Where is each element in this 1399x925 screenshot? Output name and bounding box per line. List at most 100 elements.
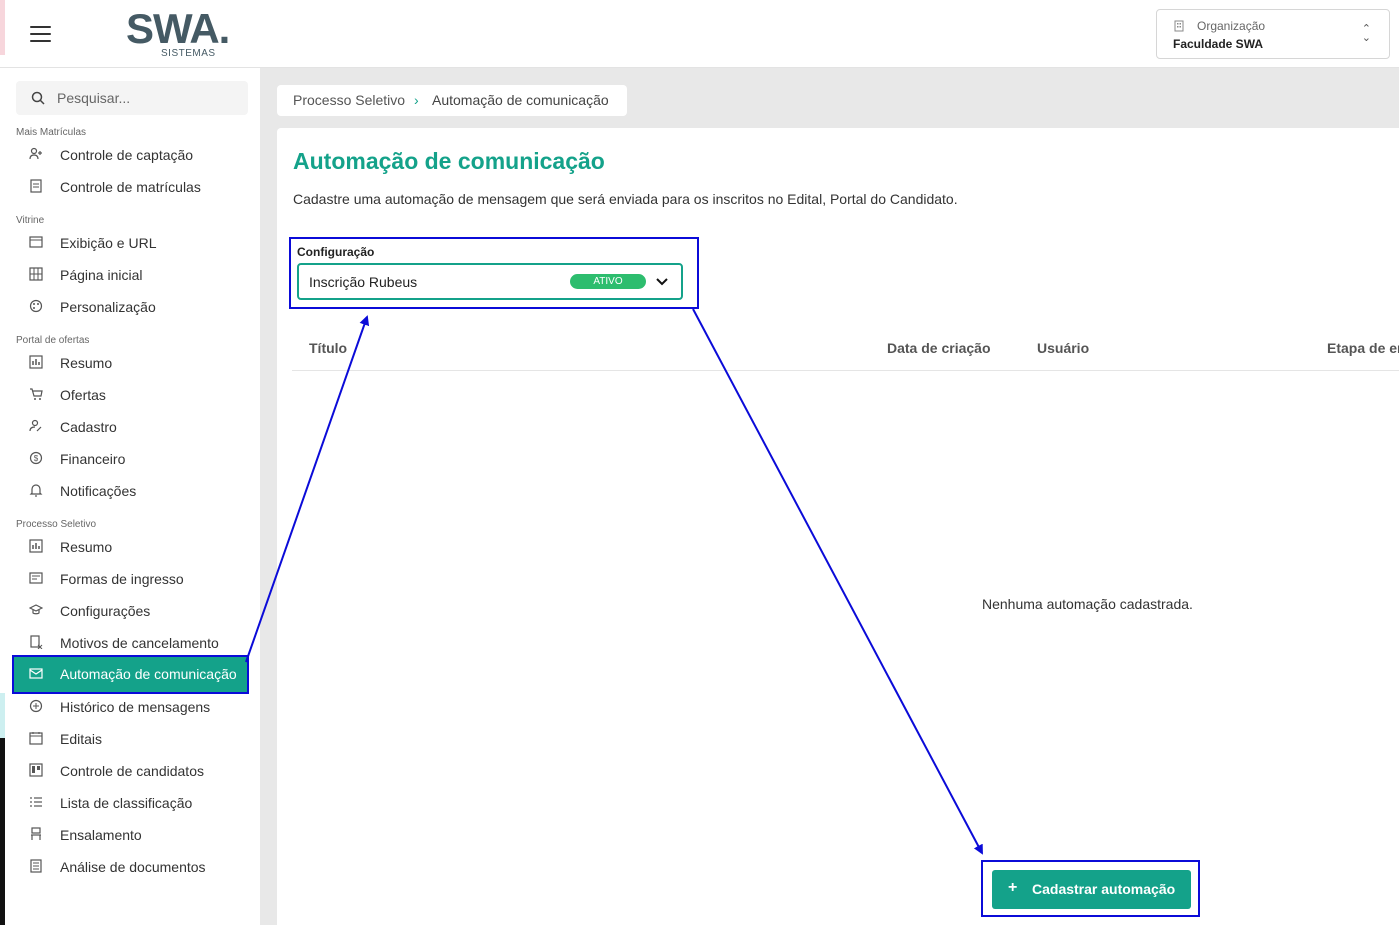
sidebar-item-label: Controle de matrículas bbox=[60, 179, 201, 195]
column-header-titulo[interactable]: Título bbox=[309, 340, 347, 356]
sidebar-item-historico-mensagens[interactable]: Histórico de mensagens bbox=[16, 692, 248, 722]
user-edit-icon bbox=[29, 419, 42, 432]
add-automation-button[interactable]: + Cadastrar automação bbox=[992, 870, 1191, 909]
sidebar-item-label: Ensalamento bbox=[60, 827, 142, 843]
menu-icon[interactable] bbox=[30, 26, 51, 42]
kanban-icon bbox=[29, 763, 43, 777]
config-label: Configuração bbox=[297, 245, 375, 259]
sidebar-item-ofertas[interactable]: Ofertas bbox=[16, 380, 248, 410]
sidebar-item-resumo-processo[interactable]: Resumo bbox=[16, 532, 248, 562]
sidebar-item-motivos-cancelamento[interactable]: Motivos de cancelamento bbox=[16, 628, 248, 658]
section-processo-seletivo: Processo Seletivo bbox=[16, 519, 97, 530]
config-highlight: Configuração Inscrição Rubeus ATIVO bbox=[289, 237, 699, 309]
cart-icon bbox=[30, 388, 43, 400]
sidebar-item-label: Resumo bbox=[60, 355, 113, 371]
sidebar-item-formas-ingresso[interactable]: Formas de ingresso bbox=[16, 564, 248, 594]
storefront-icon bbox=[29, 236, 43, 248]
chevron-right-icon: › bbox=[414, 92, 419, 108]
palette-icon bbox=[29, 299, 43, 313]
sidebar-item-label: Automação de comunicação bbox=[60, 666, 237, 682]
chart-icon bbox=[29, 539, 43, 553]
sidebar-item-pagina-inicial[interactable]: Página inicial bbox=[16, 260, 248, 290]
chevron-down-icon bbox=[656, 278, 668, 286]
document-x-icon bbox=[30, 635, 43, 649]
message-history-icon bbox=[29, 699, 43, 713]
config-select[interactable]: Inscrição Rubeus ATIVO bbox=[297, 263, 683, 300]
edge-strip bbox=[0, 0, 5, 55]
page-title: Automação de comunicação bbox=[293, 148, 605, 174]
sidebar-item-label: Personalização bbox=[60, 299, 156, 315]
sidebar-item-controle-candidatos[interactable]: Controle de candidatos bbox=[16, 756, 248, 786]
sidebar-item-ensalamento[interactable]: Ensalamento bbox=[16, 820, 248, 850]
sidebar-item-analise-documentos[interactable]: Análise de documentos bbox=[16, 852, 248, 882]
grid-icon bbox=[29, 267, 43, 281]
building-icon bbox=[1173, 20, 1185, 32]
chair-icon bbox=[31, 827, 41, 840]
sidebar-item-label: Histórico de mensagens bbox=[60, 699, 211, 715]
breadcrumb-current: Automação de comunicação bbox=[432, 92, 609, 108]
sidebar-item-label: Editais bbox=[60, 731, 103, 747]
sidebar-item-controle-matriculas[interactable]: Controle de matrículas bbox=[16, 172, 248, 202]
sidebar-item-editais[interactable]: Editais bbox=[16, 724, 248, 754]
sidebar-item-label: Configurações bbox=[60, 603, 151, 619]
form-icon bbox=[29, 572, 43, 584]
organization-value: Faculdade SWA bbox=[1173, 37, 1264, 51]
sidebar-item-label: Financeiro bbox=[60, 451, 126, 467]
search-placeholder: Pesquisar... bbox=[57, 90, 131, 106]
sidebar-item-personalizacao[interactable]: Personalização bbox=[16, 292, 248, 322]
sidebar-item-configuracoes[interactable]: Configurações bbox=[16, 596, 248, 626]
sidebar-item-label: Controle de candidatos bbox=[60, 763, 204, 779]
column-header-data-criacao[interactable]: Data de criação bbox=[887, 340, 991, 356]
document-lines-icon bbox=[30, 859, 42, 873]
chevron-updown-icon: ⌃ ⌄ bbox=[1361, 23, 1371, 44]
user-plus-icon bbox=[29, 147, 42, 160]
list-icon bbox=[30, 797, 42, 807]
breadcrumb-parent[interactable]: Processo Seletivo bbox=[293, 92, 405, 108]
section-portal-ofertas: Portal de ofertas bbox=[16, 335, 90, 346]
svg-text:$: $ bbox=[34, 454, 39, 463]
section-vitrine: Vitrine bbox=[16, 215, 45, 226]
document-icon bbox=[30, 179, 42, 193]
breadcrumb: Processo Seletivo › Automação de comunic… bbox=[277, 85, 627, 116]
organization-label: Organização bbox=[1197, 19, 1266, 33]
dollar-icon: $ bbox=[29, 451, 43, 465]
sidebar-item-cadastro[interactable]: Cadastro bbox=[16, 412, 248, 442]
table-header-divider bbox=[292, 370, 1399, 371]
calendar-icon bbox=[29, 732, 43, 745]
empty-state-message: Nenhuma automação cadastrada. bbox=[982, 596, 1193, 612]
sidebar: Pesquisar... Mais Matrículas Controle de… bbox=[5, 68, 260, 925]
status-badge: ATIVO bbox=[570, 274, 646, 289]
top-bar: SWA. SISTEMAS Organização Faculdade SWA … bbox=[0, 0, 1399, 68]
sidebar-item-exibicao-url[interactable]: Exibição e URL bbox=[16, 228, 248, 258]
main-card: Automação de comunicação Cadastre uma au… bbox=[277, 128, 1399, 925]
sidebar-item-label: Análise de documentos bbox=[60, 859, 206, 875]
sidebar-item-label: Ofertas bbox=[60, 387, 106, 403]
chart-icon bbox=[29, 355, 43, 369]
bell-icon bbox=[29, 484, 43, 497]
sidebar-item-label: Controle de captação bbox=[60, 147, 194, 163]
sidebar-item-resumo-portal[interactable]: Resumo bbox=[16, 348, 248, 378]
sidebar-item-financeiro[interactable]: $ Financeiro bbox=[16, 444, 248, 474]
plus-icon: + bbox=[1008, 879, 1018, 896]
sidebar-item-notificacoes[interactable]: Notificações bbox=[16, 476, 248, 506]
sidebar-item-lista-classificacao[interactable]: Lista de classificação bbox=[16, 788, 248, 818]
section-mais-matriculas: Mais Matrículas bbox=[16, 127, 87, 138]
sidebar-item-label: Exibição e URL bbox=[60, 235, 157, 251]
column-header-usuario[interactable]: Usuário bbox=[1037, 340, 1089, 356]
column-header-etapa[interactable]: Etapa de er bbox=[1327, 340, 1399, 356]
sidebar-item-label: Resumo bbox=[60, 539, 113, 555]
organization-selector[interactable]: Organização Faculdade SWA ⌃ ⌄ bbox=[1156, 9, 1390, 59]
config-value: Inscrição Rubeus bbox=[309, 274, 418, 290]
sidebar-item-label: Motivos de cancelamento bbox=[60, 635, 219, 651]
add-button-highlight: + Cadastrar automação bbox=[981, 860, 1200, 917]
sidebar-item-automacao-comunicacao[interactable]: Automação de comunicação bbox=[12, 655, 249, 694]
logo-subtitle: SISTEMAS bbox=[161, 48, 216, 59]
sidebar-item-controle-captacao[interactable]: Controle de captação bbox=[16, 140, 248, 170]
search-input[interactable]: Pesquisar... bbox=[16, 81, 248, 115]
page-description: Cadastre uma automação de mensagem que s… bbox=[293, 191, 958, 207]
sidebar-item-label: Notificações bbox=[60, 483, 137, 499]
logo[interactable]: SWA. SISTEMAS bbox=[126, 8, 236, 60]
search-icon bbox=[31, 91, 45, 105]
mail-automation-icon bbox=[29, 668, 43, 679]
add-automation-label: Cadastrar automação bbox=[1032, 881, 1176, 897]
